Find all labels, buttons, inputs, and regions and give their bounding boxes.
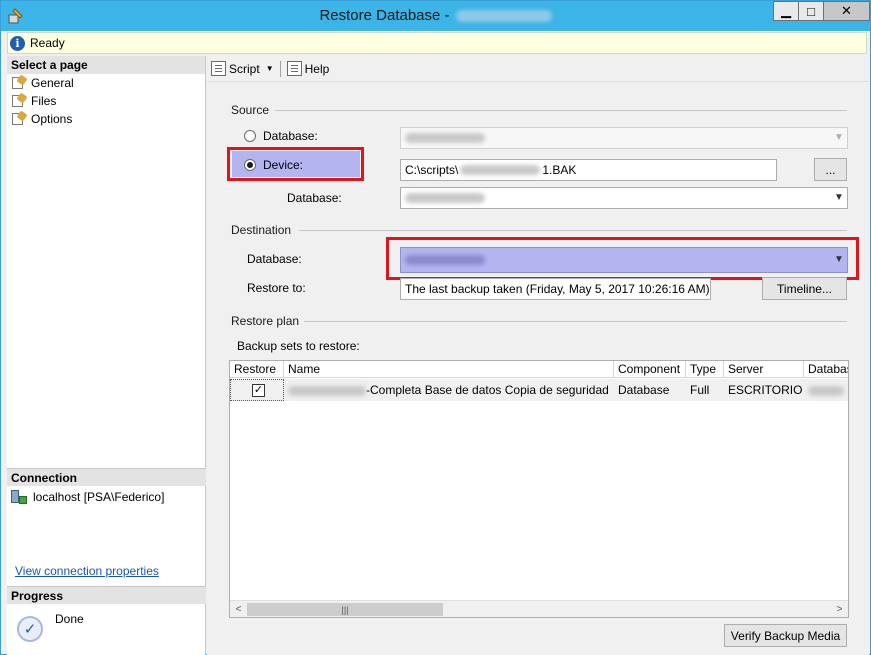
page-item-label: General xyxy=(31,76,74,90)
database-radio-label: Database: xyxy=(263,129,318,143)
connection-section: Connection localhost [PSA\Federico] xyxy=(7,468,206,508)
device-radio[interactable] xyxy=(244,159,256,171)
minimize-button[interactable]: ▁ xyxy=(773,1,799,21)
restore-checkbox[interactable]: ✓ xyxy=(252,384,265,397)
page-item-options[interactable]: Options xyxy=(7,110,205,128)
select-page-header: Select a page xyxy=(7,56,205,74)
scroll-right-icon[interactable]: > xyxy=(832,602,847,617)
database-radio[interactable] xyxy=(244,130,256,142)
source-divider xyxy=(275,110,847,111)
page-item-label: Files xyxy=(31,94,57,108)
chevron-down-icon[interactable]: ▼ xyxy=(266,64,274,73)
connection-value: localhost [PSA\Federico] xyxy=(33,490,165,504)
chevron-down-icon: ▼ xyxy=(834,131,844,143)
device-database-select[interactable]: ▼ xyxy=(400,187,848,209)
backup-sets-grid: Restore Name Component Type Server Datab… xyxy=(229,360,849,618)
redacted-value xyxy=(460,165,541,175)
general-page: Source Database: ▼ Device: C:\scripts\ 1… xyxy=(207,83,869,655)
horizontal-scrollbar[interactable]: < ||| > xyxy=(230,600,848,617)
restore-to-field[interactable]: The last backup taken (Friday, May 5, 20… xyxy=(400,278,711,300)
scrollbar-thumb[interactable]: ||| xyxy=(247,603,443,616)
redacted-value xyxy=(405,133,485,143)
close-button[interactable]: ✕ xyxy=(823,1,870,21)
status-bar: i Ready xyxy=(7,32,867,54)
column-header-type[interactable]: Type xyxy=(686,361,724,378)
view-connection-properties-link[interactable]: View connection properties xyxy=(15,564,159,578)
check-circle-icon: ✓ xyxy=(17,616,43,642)
server-connection-icon xyxy=(11,490,27,504)
device-path-prefix: C:\scripts\ xyxy=(405,163,459,177)
column-header-database[interactable]: Databas xyxy=(804,361,848,378)
destination-group-label: Destination xyxy=(231,223,292,237)
script-button[interactable]: Script ▼ xyxy=(207,61,278,76)
help-button[interactable]: Help xyxy=(283,61,334,76)
restore-plan-group-label: Restore plan xyxy=(231,314,300,328)
status-text: Ready xyxy=(30,36,65,50)
redacted-value xyxy=(808,385,844,396)
source-db-label: Database: xyxy=(287,191,342,205)
restore-cell[interactable]: ✓ xyxy=(230,379,284,401)
column-header-server[interactable]: Server xyxy=(724,361,804,378)
progress-value: Done xyxy=(55,612,84,626)
database-cell xyxy=(804,379,848,401)
restore-to-label: Restore to: xyxy=(247,281,306,295)
redacted-value xyxy=(288,385,366,396)
table-row[interactable]: ✓ -Completa Base de datos Copia de segur… xyxy=(230,379,848,401)
page-item-general[interactable]: General xyxy=(7,74,205,92)
device-path-suffix: 1.BAK xyxy=(542,163,577,177)
scroll-left-icon[interactable]: < xyxy=(231,602,246,617)
destination-annotation-box xyxy=(386,237,859,280)
connection-item: localhost [PSA\Federico] xyxy=(7,486,206,508)
restore-database-window: Restore Database - ▁ □ ✕ i Ready Select … xyxy=(0,0,871,655)
progress-header: Progress xyxy=(7,586,206,604)
toolbar: Script ▼ Help xyxy=(207,56,869,82)
device-radio-label: Device: xyxy=(263,158,304,172)
component-cell: Database xyxy=(618,383,670,397)
info-icon: i xyxy=(10,35,25,51)
page-item-files[interactable]: Files xyxy=(7,92,205,110)
page-settings-icon xyxy=(11,92,28,108)
toolbar-separator xyxy=(279,60,281,77)
redacted-value xyxy=(405,193,485,203)
title-bar: Restore Database - ▁ □ ✕ xyxy=(1,1,870,31)
connection-header: Connection xyxy=(7,468,206,486)
device-path-field[interactable]: C:\scripts\ 1.BAK xyxy=(400,159,777,181)
chevron-down-icon: ▼ xyxy=(834,191,844,203)
backup-sets-label: Backup sets to restore: xyxy=(237,339,360,353)
restore-plan-divider xyxy=(304,321,847,322)
destination-db-label: Database: xyxy=(247,252,302,266)
name-cell: -Completa Base de datos Copia de segurid… xyxy=(284,379,614,401)
help-label: Help xyxy=(304,61,330,76)
redacted-server-name xyxy=(455,10,552,23)
help-book-icon xyxy=(286,61,302,76)
page-settings-icon xyxy=(11,74,28,90)
page-settings-icon xyxy=(11,110,28,126)
server-cell: ESCRITORIO xyxy=(728,383,803,397)
maximize-button[interactable]: □ xyxy=(798,1,824,21)
progress-status: ✓ Done xyxy=(7,604,206,650)
column-header-component[interactable]: Component xyxy=(614,361,686,378)
script-label: Script xyxy=(229,61,260,76)
left-panel: Select a page General Files Options Conn… xyxy=(7,56,206,655)
progress-section: Progress ✓ Done xyxy=(7,586,206,650)
verify-backup-media-button[interactable]: Verify Backup Media xyxy=(724,624,847,647)
column-header-restore[interactable]: Restore xyxy=(230,361,284,378)
browse-device-button[interactable]: ... xyxy=(814,158,847,181)
source-database-select[interactable]: ▼ xyxy=(400,127,848,149)
page-item-label: Options xyxy=(31,112,73,126)
source-group-label: Source xyxy=(231,103,270,117)
type-cell: Full xyxy=(690,383,710,397)
destination-divider xyxy=(299,230,847,231)
window-title: Restore Database - xyxy=(1,7,870,24)
window-title-text: Restore Database - xyxy=(319,7,450,24)
timeline-button[interactable]: Timeline... xyxy=(762,277,847,300)
column-header-name[interactable]: Name xyxy=(284,361,614,378)
backup-set-name: -Completa Base de datos Copia de segurid… xyxy=(366,383,609,397)
script-icon xyxy=(211,61,226,76)
grid-header: Restore Name Component Type Server Datab… xyxy=(230,361,848,378)
